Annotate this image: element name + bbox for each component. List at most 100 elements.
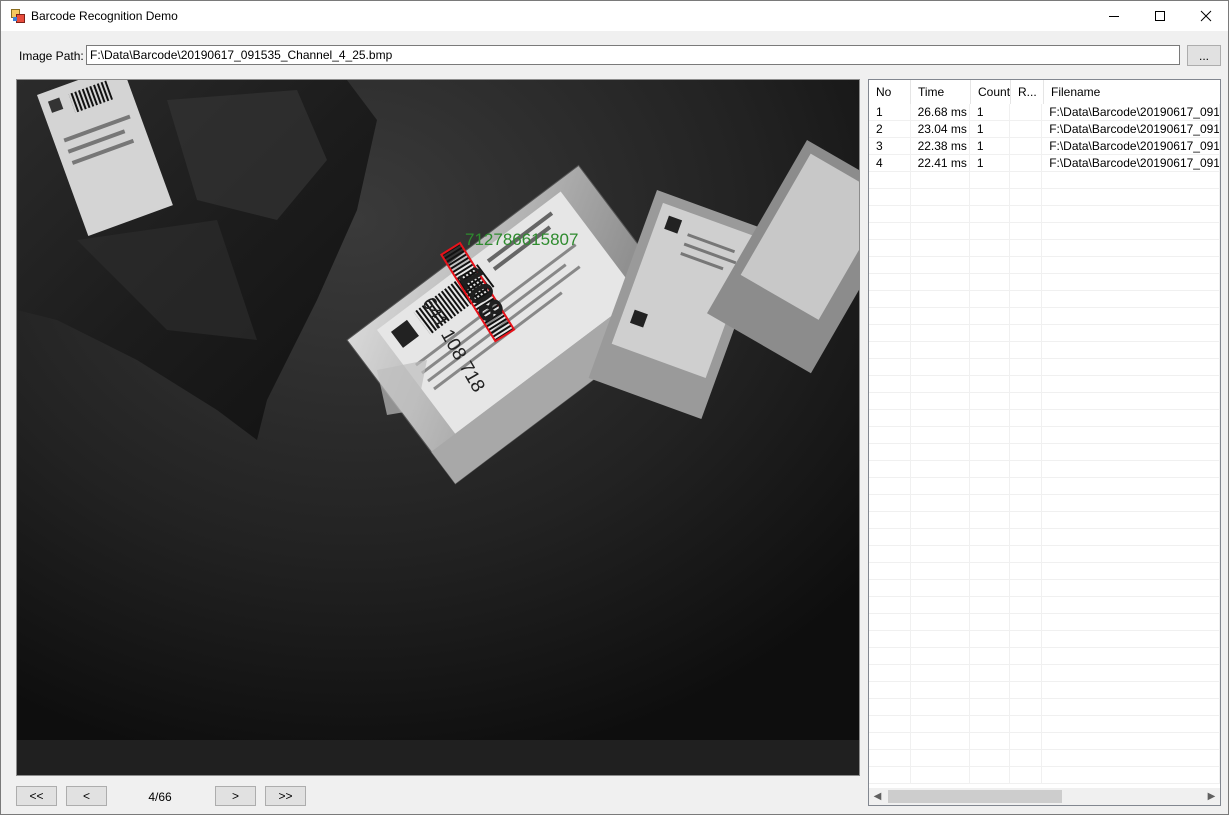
empty-cell: [1010, 427, 1043, 444]
column-header-time[interactable]: Time: [911, 80, 971, 104]
empty-row: [869, 529, 1220, 546]
empty-cell: [1042, 206, 1220, 223]
empty-cell: [1010, 733, 1043, 750]
empty-cell: [1042, 580, 1220, 597]
empty-cell: [970, 733, 1010, 750]
empty-cell: [1010, 308, 1043, 325]
empty-row: [869, 648, 1220, 665]
horizontal-scrollbar[interactable]: ◀ ▶: [869, 788, 1220, 805]
empty-cell: [1010, 189, 1043, 206]
empty-cell: [1010, 512, 1043, 529]
cell-no: 4: [869, 155, 911, 172]
empty-cell: [869, 682, 911, 699]
empty-cell: [911, 563, 970, 580]
empty-cell: [1042, 189, 1220, 206]
table-row[interactable]: 1 26.68 ms 1 F:\Data\Barcode\20190617_09…: [869, 104, 1220, 121]
empty-cell: [1042, 512, 1220, 529]
scroll-left-icon[interactable]: ◀: [869, 788, 886, 805]
window-title: Barcode Recognition Demo: [31, 9, 178, 23]
empty-row: [869, 733, 1220, 750]
maximize-button[interactable]: [1137, 1, 1183, 31]
empty-row: [869, 699, 1220, 716]
close-button[interactable]: [1183, 1, 1229, 31]
empty-cell: [911, 189, 970, 206]
empty-cell: [970, 648, 1010, 665]
empty-cell: [1010, 393, 1043, 410]
empty-cell: [970, 410, 1010, 427]
empty-cell: [970, 172, 1010, 189]
empty-cell: [1010, 274, 1043, 291]
close-icon: [1200, 10, 1212, 22]
empty-cell: [1010, 376, 1043, 393]
cell-count: 1: [970, 138, 1010, 155]
scrollbar-thumb[interactable]: [888, 790, 1062, 803]
empty-cell: [1042, 546, 1220, 563]
empty-cell: [970, 291, 1010, 308]
empty-cell: [1010, 444, 1043, 461]
results-grid[interactable]: No Time Count R... Filename 1 26.68 ms 1…: [868, 79, 1221, 806]
empty-cell: [1042, 665, 1220, 682]
empty-row: [869, 189, 1220, 206]
empty-cell: [1042, 682, 1220, 699]
empty-cell: [970, 444, 1010, 461]
empty-cell: [970, 665, 1010, 682]
last-image-button[interactable]: >>: [265, 786, 306, 806]
empty-cell: [869, 427, 911, 444]
empty-cell: [911, 478, 970, 495]
empty-cell: [911, 359, 970, 376]
first-image-button[interactable]: <<: [16, 786, 57, 806]
empty-cell: [869, 733, 911, 750]
column-header-filename[interactable]: Filename: [1044, 80, 1220, 104]
title-bar[interactable]: Barcode Recognition Demo: [1, 1, 1228, 31]
minimize-button[interactable]: [1091, 1, 1137, 31]
empty-row: [869, 223, 1220, 240]
table-row[interactable]: 2 23.04 ms 1 F:\Data\Barcode\20190617_09…: [869, 121, 1220, 138]
empty-cell: [1042, 597, 1220, 614]
empty-cell: [911, 716, 970, 733]
empty-cell: [911, 427, 970, 444]
empty-cell: [869, 206, 911, 223]
empty-row: [869, 682, 1220, 699]
empty-cell: [970, 359, 1010, 376]
empty-cell: [869, 750, 911, 767]
browse-button[interactable]: ...: [1187, 45, 1221, 66]
image-path-input[interactable]: [86, 45, 1180, 65]
scroll-right-icon[interactable]: ▶: [1203, 788, 1220, 805]
empty-cell: [1010, 461, 1043, 478]
empty-cell: [869, 342, 911, 359]
empty-cell: [869, 325, 911, 342]
empty-cell: [970, 546, 1010, 563]
empty-row: [869, 206, 1220, 223]
empty-cell: [869, 461, 911, 478]
app-window: Barcode Recognition Demo Image Path: ...: [0, 0, 1229, 815]
empty-cell: [970, 529, 1010, 546]
empty-cell: [911, 546, 970, 563]
empty-cell: [869, 631, 911, 648]
empty-row: [869, 240, 1220, 257]
empty-cell: [869, 223, 911, 240]
empty-cell: [1042, 257, 1220, 274]
empty-cell: [1010, 614, 1043, 631]
next-image-button[interactable]: >: [215, 786, 256, 806]
empty-cell: [1010, 750, 1043, 767]
empty-cell: [911, 512, 970, 529]
empty-cell: [1042, 308, 1220, 325]
table-row[interactable]: 4 22.41 ms 1 F:\Data\Barcode\20190617_09…: [869, 155, 1220, 172]
cell-count: 1: [970, 104, 1010, 121]
empty-row: [869, 665, 1220, 682]
image-viewer[interactable]: 108 641 108 718 712786615807: [16, 79, 860, 776]
empty-row: [869, 461, 1220, 478]
cell-filename: F:\Data\Barcode\20190617_091535_Channel_…: [1042, 155, 1220, 172]
empty-row: [869, 580, 1220, 597]
column-header-no[interactable]: No: [869, 80, 911, 104]
empty-cell: [970, 478, 1010, 495]
column-header-result[interactable]: R...: [1011, 80, 1044, 104]
previous-image-button[interactable]: <: [66, 786, 107, 806]
column-header-count[interactable]: Count: [971, 80, 1011, 104]
app-icon: [11, 9, 25, 23]
empty-cell: [869, 699, 911, 716]
table-row[interactable]: 3 22.38 ms 1 F:\Data\Barcode\20190617_09…: [869, 138, 1220, 155]
empty-cell: [869, 444, 911, 461]
empty-cell: [1042, 529, 1220, 546]
empty-cell: [970, 308, 1010, 325]
